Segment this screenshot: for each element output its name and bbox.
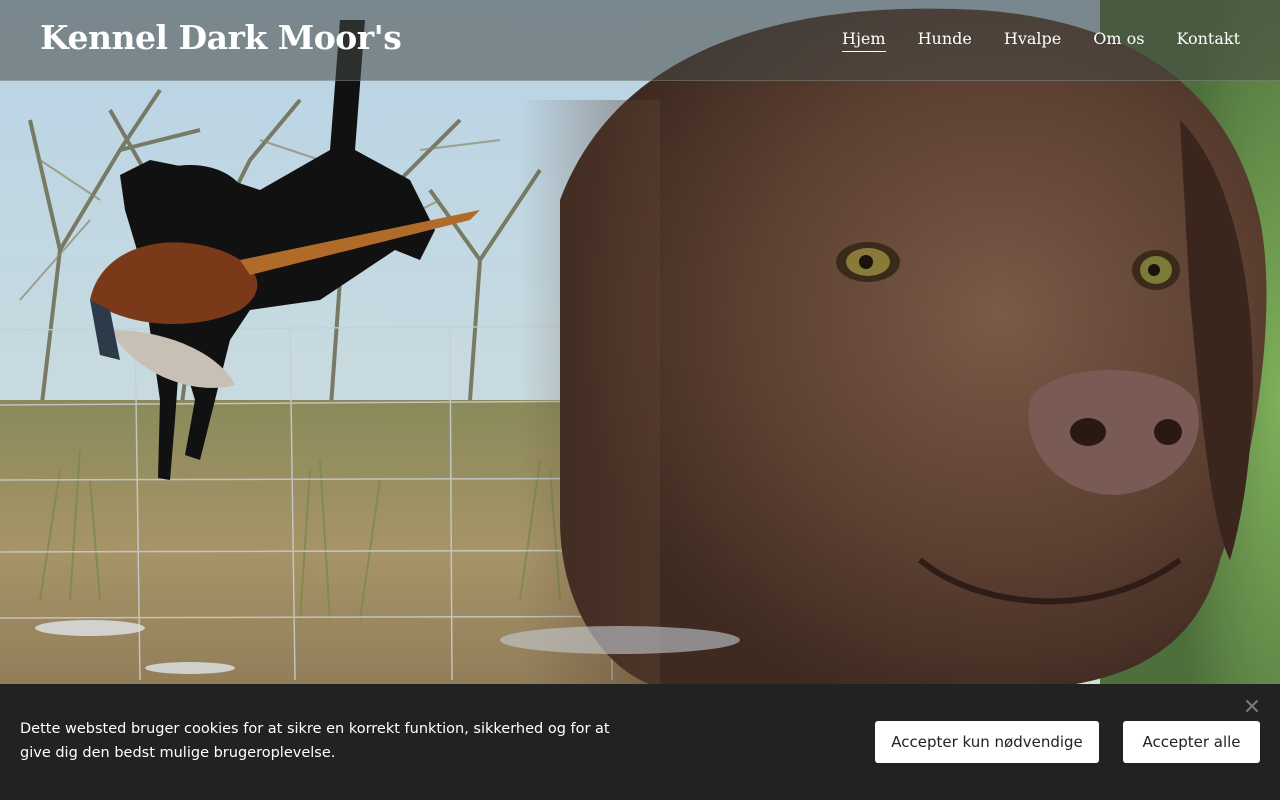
hero-image xyxy=(0,0,1280,800)
accept-all-button[interactable]: Accepter alle xyxy=(1123,721,1260,763)
site-title[interactable]: Kennel Dark Moor's xyxy=(40,18,402,57)
accept-necessary-button[interactable]: Accepter kun nødvendige xyxy=(875,721,1099,763)
nav-item-kontakt[interactable]: Kontakt xyxy=(1176,29,1240,52)
nav-item-hunde[interactable]: Hunde xyxy=(918,29,972,52)
cookie-banner: Dette websted bruger cookies for at sikr… xyxy=(0,684,1280,800)
nav-item-hjem[interactable]: Hjem xyxy=(842,29,886,52)
hero-illustration xyxy=(0,0,1280,800)
main-nav: Hjem Hunde Hvalpe Om os Kontakt xyxy=(842,29,1240,52)
close-icon[interactable] xyxy=(1242,696,1262,716)
nav-item-om-os[interactable]: Om os xyxy=(1093,29,1144,52)
cookie-text: Dette websted bruger cookies for at sikr… xyxy=(20,721,610,761)
nav-item-hvalpe[interactable]: Hvalpe xyxy=(1004,29,1061,52)
site-header: Kennel Dark Moor's Hjem Hunde Hvalpe Om … xyxy=(0,0,1280,81)
